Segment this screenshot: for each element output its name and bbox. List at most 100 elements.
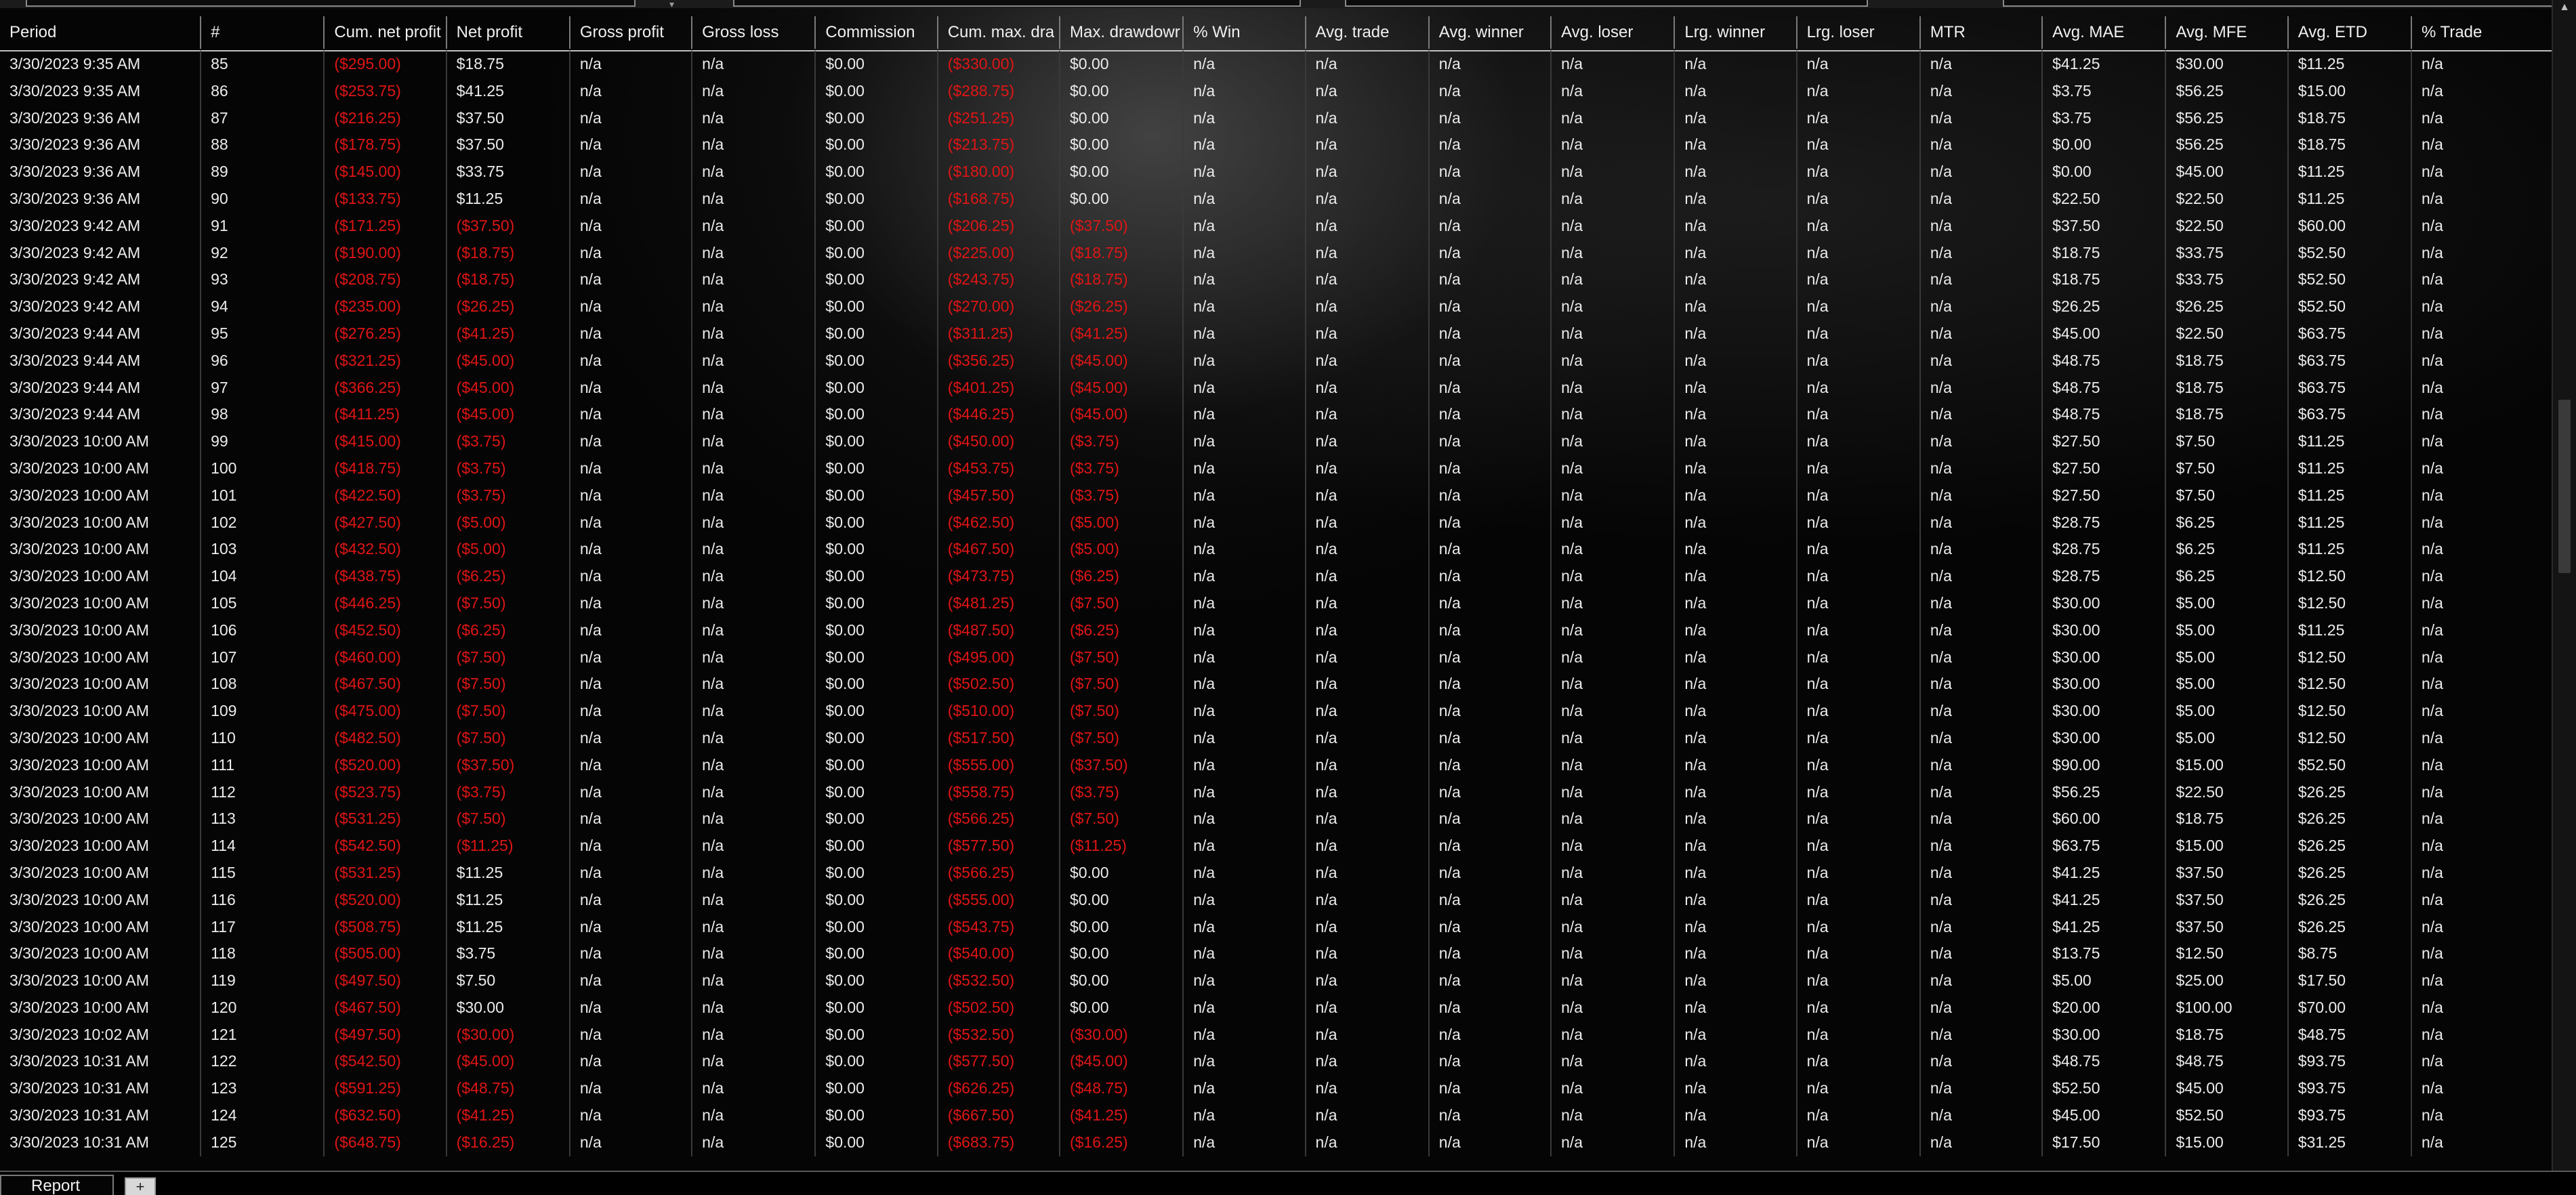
column-header[interactable]: Net profit: [447, 16, 570, 49]
column-header[interactable]: Avg. ETD: [2289, 16, 2412, 49]
scrollbar-thumb[interactable]: [2558, 400, 2571, 573]
column-header[interactable]: Max. drawdowr: [1060, 16, 1184, 49]
table-row[interactable]: 3/30/2023 9:36 AM 89 ($145.00) $33.75 n/a n/a…: [0, 159, 2553, 186]
table-row[interactable]: 3/30/2023 10:00 AM 99 ($415.00) ($3.75) n/a n…: [0, 428, 2553, 455]
table-row[interactable]: 3/30/2023 9:36 AM 88 ($178.75) $37.50 n/a n/a…: [0, 131, 2553, 159]
table-cell: n/a: [1430, 320, 1552, 348]
column-header[interactable]: % Win: [1184, 16, 1306, 49]
scroll-up-icon[interactable]: ▲: [2553, 0, 2576, 15]
table-cell: 98: [201, 401, 325, 429]
table-row[interactable]: 3/30/2023 9:42 AM 92 ($190.00) ($18.75) n/a n…: [0, 239, 2553, 267]
table-cell: n/a: [1552, 671, 1676, 698]
table-row[interactable]: 3/30/2023 10:00 AM 117 ($508.75) $11.25 n/a n…: [0, 913, 2553, 941]
table-row[interactable]: 3/30/2023 9:42 AM 93 ($208.75) ($18.75) n/a n…: [0, 266, 2553, 294]
table-row[interactable]: 3/30/2023 10:00 AM 101 ($422.50) ($3.75) n/a…: [0, 482, 2553, 509]
table-row[interactable]: 3/30/2023 10:00 AM 111 ($520.00) ($37.50) n/…: [0, 751, 2553, 779]
column-header[interactable]: Avg. MFE: [2166, 16, 2289, 49]
table-cell: n/a: [1306, 374, 1430, 402]
table-cell: $11.25: [2289, 428, 2412, 455]
table-cell: n/a: [2421, 1106, 2443, 1125]
table-row[interactable]: 3/30/2023 10:00 AM 119 ($497.50) $7.50 n/a n/…: [0, 967, 2553, 994]
column-header[interactable]: Avg. trade: [1306, 16, 1430, 49]
column-header[interactable]: Period: [0, 16, 202, 49]
table-row[interactable]: 3/30/2023 10:31 AM 123 ($591.25) ($48.75) n/…: [0, 1075, 2553, 1103]
table-row[interactable]: 3/30/2023 10:00 AM 109 ($475.00) ($7.50) n/a…: [0, 698, 2553, 725]
table-cell: 3/30/2023 9:35 AM: [0, 51, 202, 78]
table-cell: ($566.25): [938, 805, 1060, 833]
table-cell: 3/30/2023 10:00 AM: [0, 967, 202, 994]
chevron-down-icon[interactable]: ▾: [669, 0, 674, 10]
column-header[interactable]: Gross profit: [570, 16, 693, 49]
table-cell: $8.75: [2289, 940, 2412, 968]
table-row[interactable]: 3/30/2023 10:00 AM 116 ($520.00) $11.25 n/a n…: [0, 886, 2553, 914]
table-row[interactable]: 3/30/2023 9:44 AM 97 ($366.25) ($45.00) n/a n…: [0, 374, 2553, 402]
table-row[interactable]: 3/30/2023 9:44 AM 96 ($321.25) ($45.00) n/a n…: [0, 347, 2553, 375]
table-row[interactable]: 3/30/2023 9:36 AM 90 ($133.75) $11.25 n/a n/a…: [0, 185, 2553, 213]
table-row[interactable]: 3/30/2023 9:35 AM 86 ($253.75) $41.25 n/a n/a…: [0, 77, 2553, 105]
table-row[interactable]: 3/30/2023 10:00 AM 104 ($438.75) ($6.25) n/a…: [0, 563, 2553, 590]
column-header[interactable]: Cum. max. dra: [938, 16, 1060, 49]
table-row[interactable]: 3/30/2023 10:00 AM 113 ($531.25) ($7.50) n/a…: [0, 805, 2553, 833]
vertical-scrollbar[interactable]: ▲: [2552, 0, 2576, 1171]
table-cell: n/a: [1675, 401, 1798, 429]
table-cell: $0.00: [816, 833, 938, 860]
table-cell: n/a: [692, 724, 816, 752]
table-row[interactable]: 3/30/2023 10:31 AM 125 ($648.75) ($16.25) n/…: [0, 1129, 2553, 1156]
table-row[interactable]: 3/30/2023 9:36 AM 87 ($216.25) $37.50 n/a n/a…: [0, 104, 2553, 132]
table-cell: 99: [201, 428, 325, 455]
table-cell: $0.00: [816, 671, 938, 698]
table-cell: ($591.25): [325, 1075, 447, 1103]
column-header[interactable]: Gross loss: [692, 16, 816, 49]
table-row[interactable]: 3/30/2023 10:31 AM 122 ($542.50) ($45.00) n/…: [0, 1048, 2553, 1076]
table-row[interactable]: 3/30/2023 10:00 AM 100 ($418.75) ($3.75) n/a…: [0, 455, 2553, 482]
table-cell: n/a: [2421, 81, 2443, 100]
table-row[interactable]: 3/30/2023 10:00 AM 118 ($505.00) $3.75 n/a n/…: [0, 940, 2553, 968]
table-row[interactable]: 3/30/2023 10:00 AM 106 ($452.50) ($6.25) n/a…: [0, 616, 2553, 644]
table-cell: n/a: [692, 671, 816, 698]
table-row[interactable]: 3/30/2023 9:44 AM 98 ($411.25) ($45.00) n/a n…: [0, 401, 2553, 429]
column-header[interactable]: Avg. winner: [1430, 16, 1552, 49]
table-row[interactable]: 3/30/2023 10:31 AM 124 ($632.50) ($41.25) n/…: [0, 1102, 2553, 1129]
column-header[interactable]: Lrg. loser: [1798, 16, 1921, 49]
filter-field-3[interactable]: [1345, 0, 1868, 7]
table-row[interactable]: 3/30/2023 10:00 AM 108 ($467.50) ($7.50) n/a…: [0, 671, 2553, 698]
table-row[interactable]: 3/30/2023 10:00 AM 120 ($467.50) $30.00 n/a n…: [0, 994, 2553, 1022]
table-row[interactable]: 3/30/2023 10:00 AM 107 ($460.00) ($7.50) n/a…: [0, 644, 2553, 671]
table-cell: $0.00: [816, 455, 938, 482]
tab-report[interactable]: Report: [0, 1175, 114, 1195]
table-row[interactable]: 3/30/2023 10:00 AM 103 ($432.50) ($5.00) n/a…: [0, 536, 2553, 564]
column-header[interactable]: Avg. loser: [1552, 16, 1676, 49]
table-row[interactable]: 3/30/2023 9:42 AM 94 ($235.00) ($26.25) n/a n…: [0, 293, 2553, 320]
column-header[interactable]: Avg. MAE: [2043, 16, 2167, 49]
filter-field-1[interactable]: [26, 0, 636, 7]
table-row[interactable]: 3/30/2023 9:42 AM 91 ($171.25) ($37.50) n/a n…: [0, 212, 2553, 240]
table-cell: n/a: [1552, 724, 1676, 752]
table-cell: 3/30/2023 10:31 AM: [0, 1129, 202, 1156]
column-header[interactable]: % Trade: [2412, 16, 2553, 49]
table-cell: ($481.25): [938, 589, 1060, 617]
table-row[interactable]: 3/30/2023 9:35 AM 85 ($295.00) $18.75 n/a n/a…: [0, 51, 2553, 78]
table-row[interactable]: 3/30/2023 10:02 AM 121 ($497.50) ($30.00) n/…: [0, 1021, 2553, 1049]
table-row[interactable]: 3/30/2023 10:00 AM 112 ($523.75) ($3.75) n/a…: [0, 778, 2553, 806]
column-header[interactable]: Lrg. winner: [1675, 16, 1798, 49]
table-row[interactable]: 3/30/2023 10:00 AM 105 ($446.25) ($7.50) n/a…: [0, 589, 2553, 617]
table-cell: $0.00: [816, 1048, 938, 1076]
filter-field-4[interactable]: [2003, 0, 2558, 7]
filter-field-2[interactable]: [733, 0, 1301, 7]
table-row[interactable]: 3/30/2023 10:00 AM 115 ($531.25) $11.25 n/a n…: [0, 859, 2553, 887]
table-cell: n/a: [1921, 1021, 2043, 1049]
table-row[interactable]: 3/30/2023 10:00 AM 110 ($482.50) ($7.50) n/a…: [0, 724, 2553, 752]
table-cell: n/a: [1184, 51, 1306, 78]
table-row[interactable]: 3/30/2023 10:00 AM 114 ($542.50) ($11.25) n/…: [0, 833, 2553, 860]
add-tab-button[interactable]: +: [125, 1177, 156, 1195]
column-header[interactable]: MTR: [1921, 16, 2043, 49]
table-cell: $52.50: [2043, 1075, 2167, 1103]
column-header[interactable]: #: [201, 16, 325, 49]
column-header[interactable]: Cum. net profit: [325, 16, 447, 49]
column-header[interactable]: Commission: [816, 16, 938, 49]
table-cell: $0.00: [816, 616, 938, 644]
table-cell: $90.00: [2043, 751, 2167, 779]
table-cell: n/a: [1552, 374, 1676, 402]
table-row[interactable]: 3/30/2023 9:44 AM 95 ($276.25) ($41.25) n/a n…: [0, 320, 2553, 348]
table-row[interactable]: 3/30/2023 10:00 AM 102 ($427.50) ($5.00) n/a…: [0, 509, 2553, 537]
